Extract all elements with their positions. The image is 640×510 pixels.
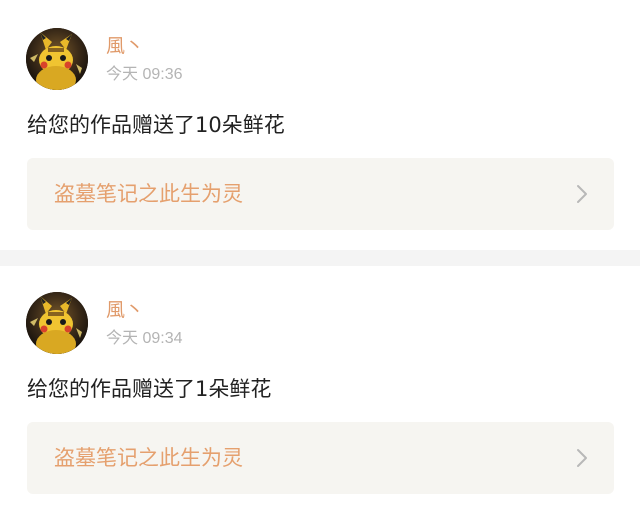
section-divider bbox=[0, 250, 640, 266]
notification-card: 風丶 今天 09:36 给您的作品赠送了10朵鲜花 盗墓笔记之此生为灵 bbox=[0, 0, 640, 250]
work-title: 盗墓笔记之此生为灵 bbox=[54, 446, 243, 470]
chevron-right-icon bbox=[576, 184, 588, 204]
user-avatar[interactable] bbox=[26, 292, 88, 354]
chevron-right-icon bbox=[576, 448, 588, 468]
username[interactable]: 風丶 bbox=[106, 35, 144, 57]
username[interactable]: 風丶 bbox=[106, 299, 144, 321]
gift-message: 给您的作品赠送了10朵鲜花 bbox=[27, 113, 285, 137]
work-link-card[interactable]: 盗墓笔记之此生为灵 bbox=[27, 158, 614, 230]
gift-message: 给您的作品赠送了1朵鲜花 bbox=[27, 377, 272, 401]
timestamp: 今天 09:36 bbox=[106, 66, 183, 83]
pikachu-avatar-icon bbox=[26, 292, 88, 354]
user-avatar[interactable] bbox=[26, 28, 88, 90]
timestamp: 今天 09:34 bbox=[106, 330, 183, 347]
pikachu-avatar-icon bbox=[26, 28, 88, 90]
gift-notification-feed: 風丶 今天 09:36 给您的作品赠送了10朵鲜花 盗墓笔记之此生为灵 風丶 今… bbox=[0, 0, 640, 510]
notification-card: 風丶 今天 09:34 给您的作品赠送了1朵鲜花 盗墓笔记之此生为灵 bbox=[0, 266, 640, 510]
work-link-card[interactable]: 盗墓笔记之此生为灵 bbox=[27, 422, 614, 494]
work-title: 盗墓笔记之此生为灵 bbox=[54, 182, 243, 206]
